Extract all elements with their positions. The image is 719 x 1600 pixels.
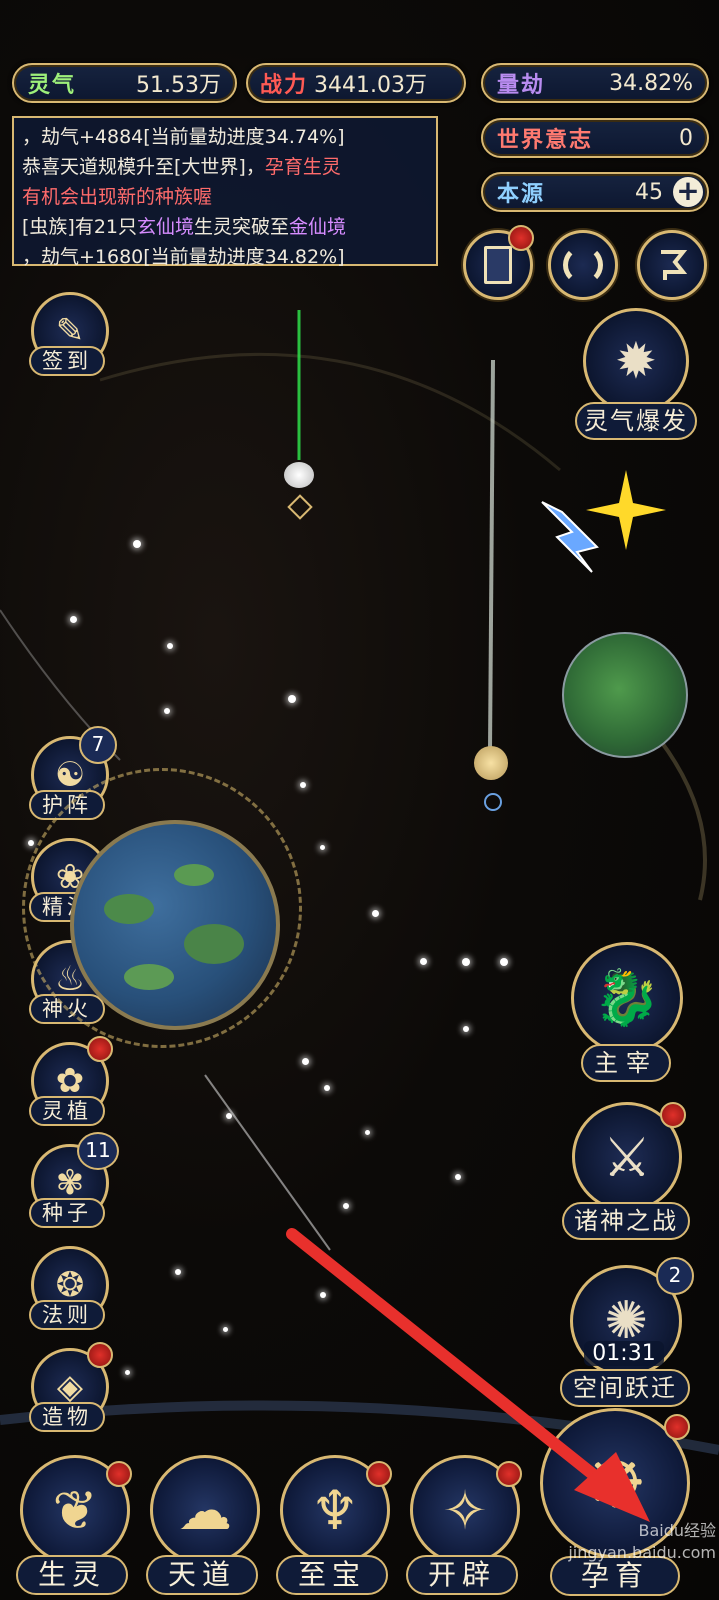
qiandao-label: 签到	[29, 346, 105, 376]
spirit-object[interactable]	[474, 746, 508, 780]
kongjian-timer: 01:31	[584, 1341, 664, 1366]
burst-icon: ✹	[583, 308, 689, 414]
notification-dot	[87, 1036, 113, 1062]
lingqi-baofa-button[interactable]: ✹ 灵气爆发	[575, 308, 697, 448]
benyuan-label: 本源	[497, 182, 546, 207]
shijie-label: 世界意志	[497, 128, 594, 153]
meteor-object[interactable]	[284, 462, 314, 488]
zhushen-button[interactable]: ⚔ 诸神之战	[562, 1102, 692, 1242]
zhanli-stat: 战力 3441.03万	[246, 63, 466, 103]
notification-dot	[366, 1461, 392, 1487]
plus-icon[interactable]: +	[673, 177, 703, 207]
kongjian-label: 空间跃迁	[560, 1369, 690, 1407]
watermark: Baidu经验 jingyan.baidu.com	[568, 1521, 716, 1562]
nav-shengling[interactable]: ❦ 生灵	[12, 1455, 132, 1595]
liangjie-stat[interactable]: 量劫 34.82%	[481, 63, 709, 103]
notification-dot	[660, 1102, 686, 1128]
zhanli-value: 3441.03万	[314, 73, 427, 98]
liangjie-value: 34.82%	[609, 70, 693, 96]
swirl-button[interactable]	[548, 230, 618, 300]
zhuzai-button[interactable]: 🐉 主宰	[565, 942, 685, 1082]
log-line: ，劫气+1680[当前量劫进度34.82%]	[22, 246, 345, 268]
swirl-icon	[563, 245, 603, 285]
lingqi-stat: 灵气 51.53万	[12, 63, 237, 103]
log-line: ，劫气+4884[当前量劫进度34.74%]	[22, 126, 345, 148]
zhuzai-label: 主宰	[581, 1044, 671, 1082]
nav-tiandao-label: 天道	[146, 1555, 258, 1595]
qiandao-button[interactable]: ✎ 签到	[27, 292, 109, 376]
liangjie-label: 量劫	[497, 73, 546, 98]
lingqi-label: 灵气	[28, 73, 77, 98]
flag-button[interactable]	[637, 230, 707, 300]
zhongzi-button[interactable]: ✾ 种子 11	[27, 1132, 119, 1228]
nav-kaipi-label: 开辟	[406, 1555, 518, 1595]
lingzhi-button[interactable]: ✿ 灵植	[27, 1036, 113, 1126]
log-line: 恭喜天道规模升至[大世界]，孕育生灵	[22, 156, 341, 178]
dragon-icon: 🐉	[571, 942, 683, 1054]
nav-tiandao[interactable]: ☁ 天道	[142, 1455, 262, 1595]
nav-zhibao-label: 至宝	[276, 1555, 388, 1595]
notification-dot	[496, 1461, 522, 1487]
log-line: [虫族]有21只玄仙境生灵突破至金仙境	[22, 216, 347, 238]
cloud-swirl-icon: ☁	[150, 1455, 260, 1565]
zhushen-label: 诸神之战	[562, 1202, 690, 1240]
zaowu-button[interactable]: ◈ 造物	[27, 1342, 113, 1432]
nav-kaipi[interactable]: ✧ 开辟	[402, 1455, 522, 1595]
kongjian-button[interactable]: ✺ 01:31 空间跃迁 2	[560, 1257, 694, 1410]
faze-button[interactable]: ❂ 法则	[27, 1246, 109, 1330]
notification-dot	[106, 1461, 132, 1487]
swirl-marker-icon	[484, 793, 502, 811]
benyuan-stat: 本源 45 +	[481, 172, 709, 212]
faze-label: 法则	[29, 1300, 105, 1330]
star-icon[interactable]	[586, 470, 666, 550]
lingqi-baofa-label: 灵气爆发	[575, 402, 697, 440]
kongjian-badge: 2	[656, 1257, 694, 1295]
event-log: ，劫气+4884[当前量劫进度34.74%] 恭喜天道规模升至[大世界]，孕育生…	[12, 116, 438, 268]
flag-icon	[661, 250, 688, 280]
zaowu-label: 造物	[29, 1402, 105, 1432]
notification-dot	[664, 1414, 690, 1440]
zhanli-label: 战力	[260, 73, 309, 98]
lingqi-value: 51.53万	[136, 73, 221, 98]
card-button[interactable]	[463, 225, 534, 300]
huzhen-badge: 7	[79, 726, 117, 764]
notification-dot	[87, 1342, 113, 1368]
benyuan-value: 45	[635, 179, 663, 205]
card-icon	[484, 246, 512, 284]
notification-dot	[508, 225, 534, 251]
shijie-value: 0	[679, 125, 693, 151]
log-line: 有机会出现新的种族喔	[22, 186, 213, 208]
secondary-planet[interactable]	[562, 632, 688, 758]
nav-zhibao[interactable]: ♆ 至宝	[272, 1455, 392, 1595]
zhongzi-badge: 11	[77, 1132, 119, 1170]
nav-yunyu[interactable]: ☸ 孕育	[540, 1408, 690, 1598]
nav-shengling-label: 生灵	[16, 1555, 128, 1595]
zhongzi-label: 种子	[29, 1198, 105, 1228]
main-world-planet[interactable]	[70, 820, 280, 1030]
lingzhi-label: 灵植	[29, 1096, 105, 1126]
shijie-stat[interactable]: 世界意志 0	[481, 118, 709, 158]
